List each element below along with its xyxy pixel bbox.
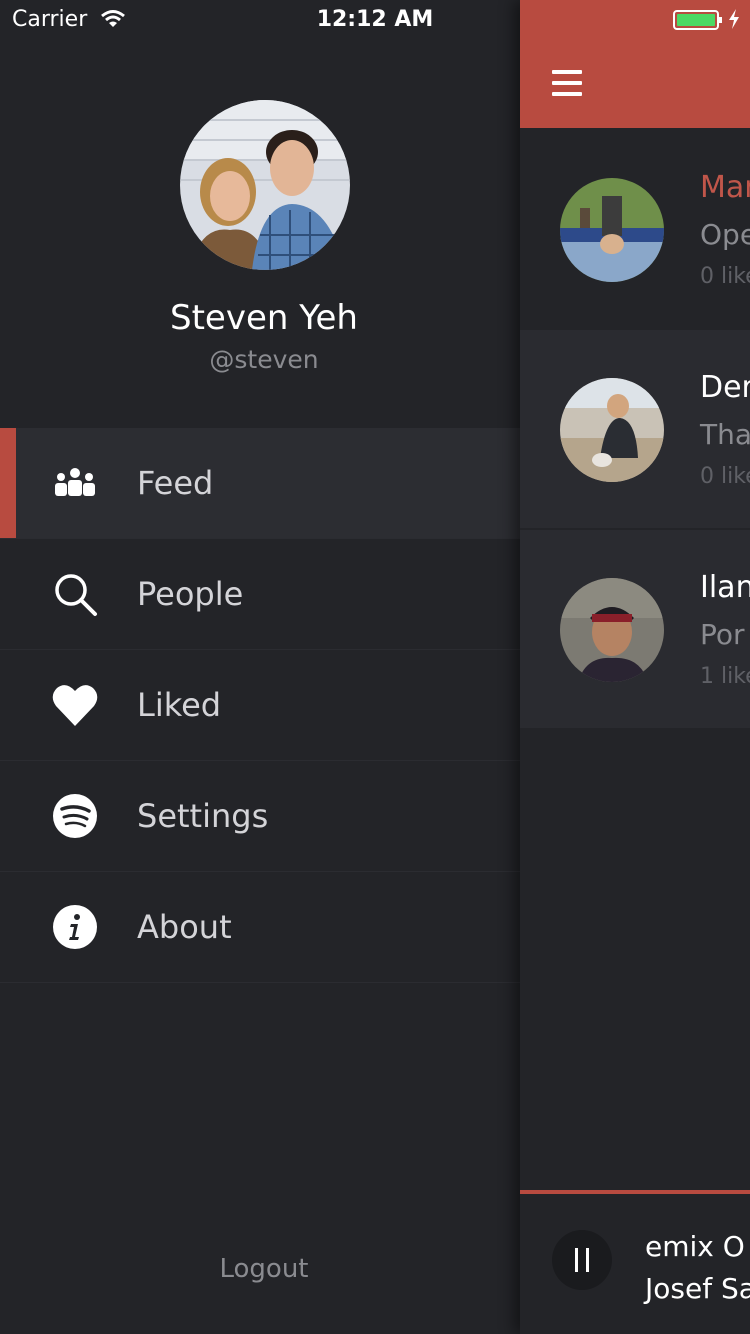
- track-title: emix O: [645, 1230, 745, 1263]
- charging-bolt-icon: [729, 9, 739, 29]
- side-drawer: Steven Yeh @steven Feed People Liked Set…: [0, 0, 520, 1334]
- menu-label-people: People: [137, 575, 244, 613]
- people-icon: [55, 468, 95, 496]
- menu-label-settings: Settings: [137, 797, 269, 835]
- menu-label-liked: Liked: [137, 686, 222, 724]
- active-indicator: [0, 428, 16, 538]
- logout-button[interactable]: Logout: [0, 1254, 528, 1284]
- pause-icon: [575, 1248, 578, 1272]
- feed-avatar: [560, 578, 664, 682]
- feed-username: Mar: [700, 170, 750, 205]
- profile-handle: @steven: [209, 345, 319, 374]
- menu-label-about: About: [137, 908, 232, 946]
- profile-name: Steven Yeh: [170, 298, 358, 338]
- main-panel: Mar Ope 0 like Der That 0 like: [520, 0, 750, 1334]
- spotify-icon: [53, 794, 97, 838]
- feed-avatar: [560, 378, 664, 482]
- heart-icon: [52, 685, 98, 726]
- info-icon: [53, 905, 97, 949]
- feed-username: Der: [700, 370, 750, 405]
- feed-username: Ilan: [700, 570, 750, 605]
- menu-item-people[interactable]: People: [0, 539, 520, 650]
- feed-item[interactable]: Mar Ope 0 like: [520, 130, 750, 328]
- now-playing-bar: emix O Josef Sa: [520, 1194, 750, 1334]
- menu-item-about[interactable]: About: [0, 872, 520, 983]
- menu-item-liked[interactable]: Liked: [0, 650, 520, 761]
- menu-item-feed[interactable]: Feed: [0, 428, 520, 539]
- feed-message: Ope: [700, 218, 750, 251]
- menu-label-feed: Feed: [137, 464, 214, 502]
- feed-message: Por: [700, 618, 745, 651]
- profile-avatar[interactable]: [180, 100, 350, 270]
- track-artist: Josef Sa: [645, 1272, 750, 1305]
- status-bar: Carrier 12:12 AM: [0, 0, 750, 40]
- feed-likes: 0 like: [700, 464, 750, 489]
- feed-likes: 1 like: [700, 664, 750, 689]
- pause-button[interactable]: [552, 1230, 612, 1290]
- battery-icon: [673, 10, 722, 30]
- feed-item[interactable]: Ilan Por 1 like: [520, 530, 750, 728]
- hamburger-menu-icon[interactable]: [552, 68, 582, 98]
- feed-message: That: [700, 418, 750, 451]
- profile-photo: [180, 100, 350, 270]
- feed-item[interactable]: Der That 0 like: [520, 330, 750, 528]
- drawer-menu: Feed People Liked Settings About: [0, 428, 520, 983]
- feed-likes: 0 like: [700, 264, 750, 289]
- menu-item-settings[interactable]: Settings: [0, 761, 520, 872]
- search-icon: [55, 574, 97, 616]
- status-time: 12:12 AM: [316, 7, 434, 32]
- feed-avatar: [560, 178, 664, 282]
